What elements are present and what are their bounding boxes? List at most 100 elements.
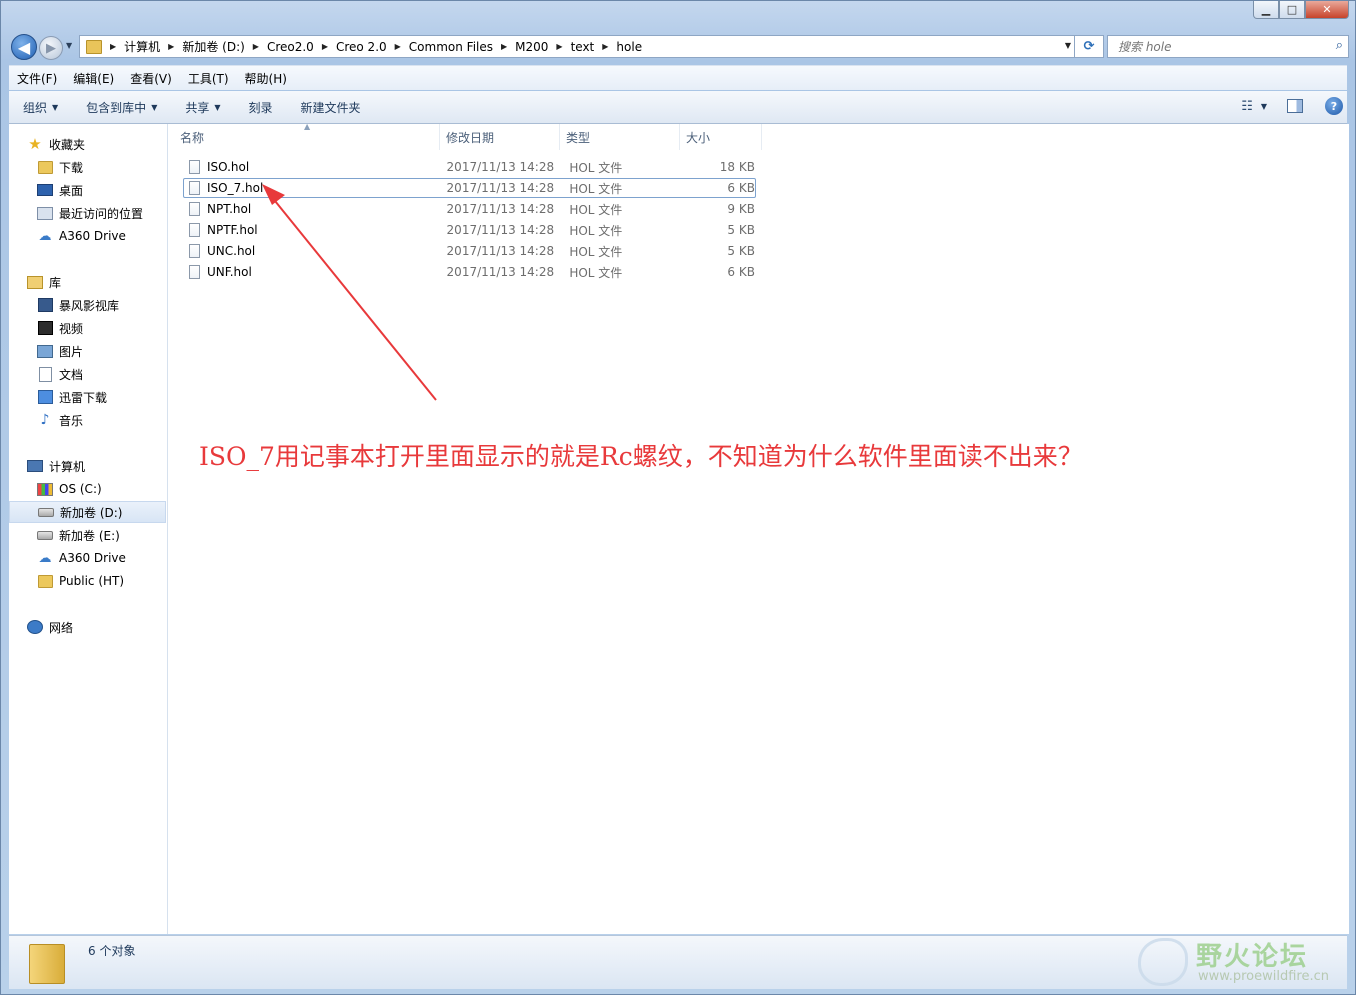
sidebar-item-label: 迅雷下载 — [59, 390, 108, 405]
change-view-icon[interactable]: ☷ — [1241, 99, 1253, 114]
sidebar-item-xunlei-downloads[interactable]: 迅雷下载 — [9, 386, 166, 408]
sidebar-item-label: 桌面 — [59, 183, 84, 198]
breadcrumb-separator-icon[interactable]: ▶ — [395, 42, 401, 51]
sidebar-item-a360-drive-computer[interactable]: ☁ A360 Drive — [9, 547, 166, 569]
sidebar-item-label: 暴风影视库 — [59, 298, 120, 313]
sidebar-item-favorites[interactable]: ★ 收藏夹 — [9, 133, 166, 155]
sidebar-item-documents[interactable]: 文档 — [9, 363, 166, 385]
network-folder-icon — [37, 574, 53, 588]
breadcrumb-item[interactable]: 计算机 — [124, 38, 160, 55]
annotation-text: ISO_7用记事本打开里面显示的就是Rc螺纹，不知道为什么软件里面读不出来？ — [199, 442, 1083, 471]
recent-pages-dropdown-icon[interactable]: ▼ — [66, 41, 72, 50]
breadcrumb-separator-icon[interactable]: ▶ — [501, 42, 507, 51]
breadcrumb-separator-icon[interactable]: ▶ — [168, 42, 174, 51]
sidebar-item-downloads[interactable]: 下载 — [9, 156, 166, 178]
breadcrumb-item[interactable]: Creo 2.0 — [336, 40, 387, 54]
command-button[interactable]: 包含到库中 ▼ — [72, 99, 171, 116]
view-options-dropdown-icon[interactable]: ▼ — [1261, 102, 1267, 111]
command-label: 包含到库中 — [86, 100, 147, 115]
sidebar-item-network[interactable]: 网络 — [9, 616, 166, 638]
command-button[interactable]: 共享 ▼ — [171, 99, 234, 116]
recent-places-icon — [37, 206, 53, 220]
film-icon — [37, 321, 53, 335]
address-bar[interactable]: ▶ 计算机 ▶ 新加卷 (D:) ▶ Creo2.0 ▶ Creo 2.0 ▶ Common Fi… — [79, 35, 1075, 58]
sidebar-item-drive-c[interactable]: OS (C:) — [9, 478, 166, 500]
preview-pane-icon[interactable] — [1287, 99, 1303, 113]
minimize-button[interactable]: ▁ — [1253, 1, 1279, 19]
breadcrumb-separator-icon[interactable]: ▶ — [110, 42, 116, 51]
sidebar-item-drive-d[interactable]: 新加卷 (D:) — [9, 501, 166, 523]
picture-icon — [37, 344, 53, 358]
menu-item[interactable]: 工具(T) — [180, 70, 237, 87]
breadcrumb-separator-icon[interactable]: ▶ — [602, 42, 608, 51]
navigation-pane: ★ 收藏夹 下载 桌面 最近访问的位置 ☁ A360 Drive 库 暴风影视库 — [9, 124, 168, 934]
sidebar-item-videos[interactable]: 视频 — [9, 317, 166, 339]
download-icon — [37, 390, 53, 404]
music-note-icon: ♪ — [40, 412, 50, 428]
file-list-pane: ▲ 名称 修改日期 类型 大小 ISO.hol 2017/11/13 14:28 H… — [168, 122, 1349, 934]
sidebar-item-public-ht[interactable]: Public (HT) — [9, 570, 166, 592]
cloud-drive-icon: ☁ — [38, 550, 52, 566]
sidebar-item-pictures[interactable]: 图片 — [9, 340, 166, 362]
command-label: 刻录 — [248, 100, 273, 115]
breadcrumb-item[interactable]: Creo2.0 — [267, 40, 314, 54]
breadcrumb-item[interactable]: hole — [616, 40, 642, 54]
menu-item[interactable]: 帮助(H) — [237, 70, 295, 87]
sidebar-item-music[interactable]: ♪ 音乐 — [9, 409, 166, 431]
sidebar-item-libraries[interactable]: 库 — [9, 271, 166, 293]
dropdown-arrow-icon: ▼ — [52, 102, 59, 112]
menu-item[interactable]: 查看(V) — [122, 70, 180, 87]
hard-drive-icon — [38, 507, 54, 517]
command-button[interactable]: 新建文件夹 — [287, 99, 375, 116]
sidebar-item-label: 库 — [49, 275, 62, 290]
cloud-drive-icon: ☁ — [38, 228, 52, 244]
sidebar-item-label: 视频 — [59, 321, 84, 336]
folder-icon — [86, 39, 102, 54]
menu-item[interactable]: 文件(F) — [9, 70, 65, 87]
search-input[interactable] — [1116, 38, 1320, 55]
back-button[interactable]: ◀ — [11, 34, 37, 60]
close-button[interactable]: ✕ — [1305, 1, 1349, 19]
sidebar-item-label: 音乐 — [59, 413, 84, 428]
view-controls: ☷ ▼ ? — [1241, 97, 1343, 115]
sidebar-item-a360-drive[interactable]: ☁ A360 Drive — [9, 225, 166, 247]
sidebar-item-drive-e[interactable]: 新加卷 (E:) — [9, 524, 166, 546]
command-button[interactable]: 组织 ▼ — [9, 99, 72, 116]
sidebar-item-label: 收藏夹 — [49, 137, 86, 152]
hard-drive-icon — [37, 530, 53, 540]
status-bar: 6 个对象 野火论坛 www.proewildfire.cn — [9, 935, 1347, 989]
search-box[interactable]: ⌕ — [1107, 35, 1349, 58]
sidebar-item-computer[interactable]: 计算机 — [9, 455, 166, 477]
command-button[interactable]: 刻录 — [235, 99, 287, 116]
forward-button[interactable]: ▶ — [39, 36, 63, 60]
sidebar-item-recent-places[interactable]: 最近访问的位置 — [9, 202, 166, 224]
sidebar-item-label: 文档 — [59, 367, 84, 382]
refresh-button[interactable]: ⟳ — [1075, 35, 1104, 58]
sidebar-item-desktop[interactable]: 桌面 — [9, 179, 166, 201]
folder-large-icon — [29, 944, 65, 984]
menu-item[interactable]: 编辑(E) — [65, 70, 122, 87]
menu-bar: 文件(F) 编辑(E) 查看(V) 工具(T) 帮助(H) — [9, 65, 1347, 90]
breadcrumb-separator-icon[interactable]: ▶ — [322, 42, 328, 51]
sidebar-item-baofeng-library[interactable]: 暴风影视库 — [9, 294, 166, 316]
windows-drive-icon — [37, 482, 53, 496]
maximize-button[interactable]: □ — [1279, 1, 1305, 19]
sidebar-item-label: Public (HT) — [59, 574, 125, 588]
annotation-arrow — [262, 184, 437, 401]
command-label: 新建文件夹 — [300, 100, 361, 115]
command-label: 共享 — [185, 100, 210, 115]
breadcrumb-item[interactable]: 新加卷 (D:) — [182, 38, 244, 55]
breadcrumb-separator-icon[interactable]: ▶ — [556, 42, 562, 51]
dropdown-arrow-icon: ▼ — [214, 102, 221, 112]
breadcrumb-item[interactable]: Common Files — [409, 40, 493, 54]
breadcrumb-item[interactable]: text — [571, 40, 595, 54]
address-dropdown-icon[interactable]: ▼ — [1065, 41, 1071, 50]
network-icon — [27, 620, 43, 634]
command-label: 组织 — [23, 100, 48, 115]
sidebar-item-label: 网络 — [49, 620, 74, 635]
search-icon[interactable]: ⌕ — [1336, 38, 1343, 53]
breadcrumb-separator-icon[interactable]: ▶ — [253, 42, 259, 51]
breadcrumb-item[interactable]: M200 — [515, 40, 548, 54]
help-icon[interactable]: ? — [1325, 97, 1343, 115]
sidebar-item-label: OS (C:) — [59, 482, 102, 496]
